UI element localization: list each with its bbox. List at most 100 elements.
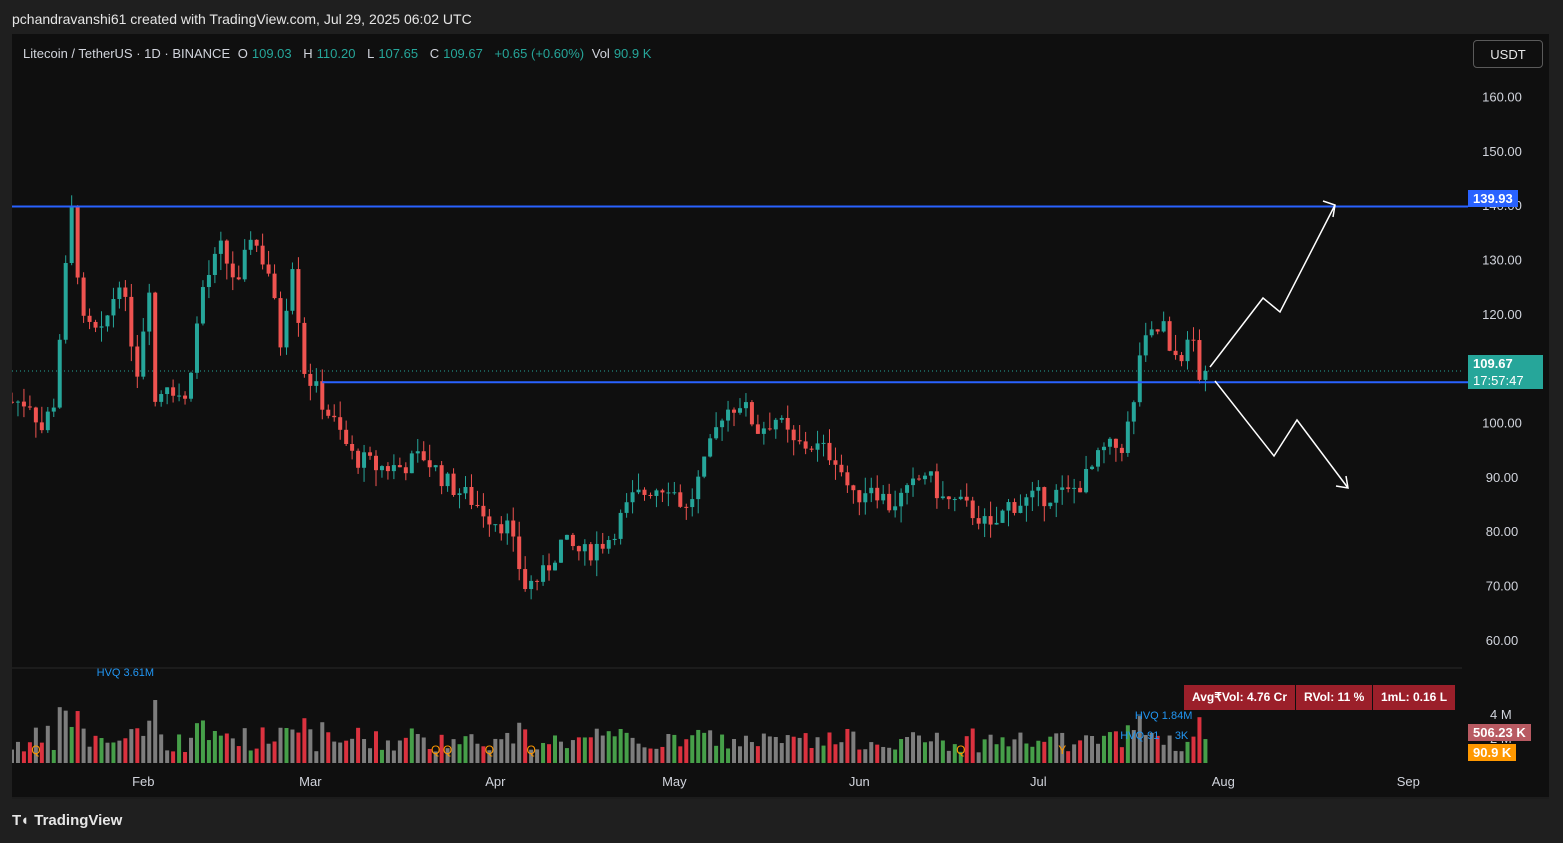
- volume-bar: [415, 734, 420, 763]
- candle: [702, 456, 707, 477]
- candle: [749, 402, 754, 425]
- candle: [511, 520, 516, 537]
- volume-bar: [123, 738, 128, 763]
- volume-bar: [463, 736, 468, 763]
- candle: [135, 346, 140, 377]
- volume-bar: [851, 731, 856, 763]
- candle: [278, 298, 283, 348]
- candle: [27, 406, 32, 408]
- volume-bar: [1096, 743, 1101, 763]
- candle: [1066, 487, 1071, 489]
- volume-bar: [63, 710, 68, 763]
- candle: [982, 516, 987, 524]
- candle: [654, 490, 659, 496]
- candle: [928, 471, 933, 476]
- volume-bar: [105, 742, 110, 763]
- volume-bar: [475, 743, 480, 763]
- candle: [940, 496, 945, 499]
- volume-bar: [881, 746, 886, 763]
- volume-bar: [720, 734, 725, 763]
- volume-bar: [833, 744, 838, 763]
- candle: [582, 544, 587, 552]
- volume-marker: Q: [443, 743, 452, 757]
- candle: [946, 496, 951, 500]
- candle: [708, 438, 713, 457]
- candle: [236, 277, 241, 280]
- volume-bar: [678, 746, 683, 763]
- volume-bar: [863, 749, 868, 763]
- candle: [1155, 329, 1160, 332]
- volume-bar: [666, 734, 671, 763]
- candle: [397, 465, 402, 468]
- candle: [206, 274, 211, 288]
- candle: [905, 485, 910, 493]
- volume-bar: [1006, 746, 1011, 763]
- volume-bar: [875, 744, 880, 763]
- volume-bar: [147, 720, 152, 763]
- candle: [105, 315, 110, 327]
- volume-bar: [630, 737, 635, 763]
- volume-bar: [135, 728, 140, 763]
- candle: [469, 486, 474, 505]
- candle: [69, 205, 74, 263]
- volume-bar: [970, 728, 975, 763]
- volume-bar: [290, 729, 295, 763]
- volume-current-tag: 90.9 K: [1468, 744, 1517, 761]
- volume-bar: [379, 749, 384, 763]
- tradingview-logo[interactable]: T◖ TradingView: [12, 812, 122, 829]
- volume-marker: Q: [526, 743, 535, 757]
- volume-bar: [45, 725, 50, 763]
- candle: [648, 494, 653, 496]
- candle: [952, 499, 957, 501]
- volume-bar: [1119, 747, 1124, 763]
- candle: [75, 205, 80, 278]
- volume-bar: [1203, 739, 1208, 763]
- volume-marker: Q: [485, 743, 494, 757]
- candle: [475, 504, 480, 506]
- candle: [600, 543, 605, 549]
- candle: [541, 565, 546, 582]
- x-axis-tick-label: Sep: [1397, 774, 1420, 789]
- candle: [350, 443, 355, 451]
- volume-bar: [576, 737, 581, 763]
- candle: [272, 273, 277, 299]
- candle: [493, 524, 498, 526]
- volume-bar: [373, 731, 378, 763]
- candle: [1161, 321, 1166, 332]
- candle: [553, 562, 558, 571]
- volume-bar: [797, 737, 802, 763]
- volume-bar: [690, 735, 695, 763]
- volume-bar: [553, 735, 558, 763]
- candle: [720, 420, 725, 428]
- candle: [827, 442, 832, 461]
- volume-bar: [469, 734, 474, 763]
- candle: [839, 464, 844, 473]
- volume-bar: [767, 736, 772, 763]
- volume-bar: [1036, 740, 1041, 763]
- candle: [481, 505, 486, 517]
- volume-bar: [183, 752, 188, 763]
- candle: [636, 489, 641, 493]
- tradingview-mark-icon: T◖: [12, 812, 29, 829]
- volume-bar: [660, 746, 665, 763]
- candle: [761, 428, 766, 434]
- volume-bar: [1000, 737, 1005, 763]
- volume-bar: [582, 737, 587, 763]
- candle: [87, 315, 92, 322]
- candle: [445, 473, 450, 487]
- candle: [964, 496, 969, 501]
- y-axis-tick-label: 120.00: [1482, 307, 1522, 322]
- volume-bar: [15, 741, 20, 763]
- volume-bar: [141, 735, 146, 763]
- candle: [379, 466, 384, 471]
- volume-bar: [200, 720, 205, 763]
- currency-button[interactable]: USDT: [1473, 40, 1543, 68]
- candle: [254, 239, 259, 246]
- volume-bar: [1197, 717, 1202, 763]
- volume-bar: [845, 728, 850, 763]
- volume-bar: [409, 728, 414, 763]
- close-label: C: [429, 46, 440, 61]
- volume-bar: [236, 746, 241, 763]
- volume-bar: [1179, 751, 1184, 763]
- bullish-projection-arrow: [1209, 204, 1336, 368]
